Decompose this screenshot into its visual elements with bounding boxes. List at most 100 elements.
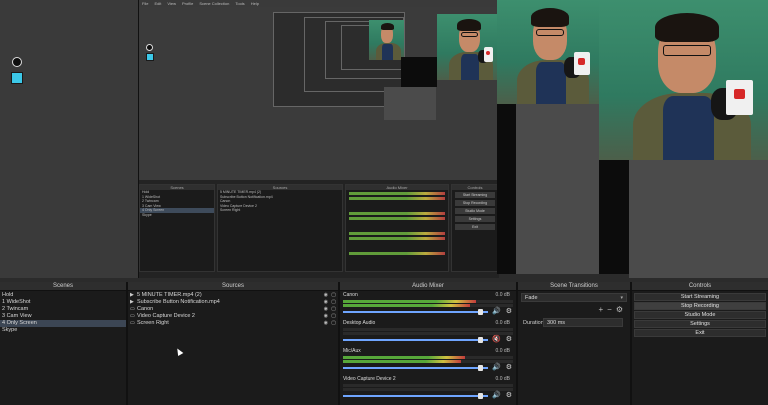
level-meter-fill: [343, 300, 476, 303]
eye-icon[interactable]: ◉: [324, 320, 328, 327]
chevron-down-icon: ▾: [620, 295, 623, 301]
lock-icon[interactable]: ▢: [331, 306, 336, 313]
obs-window: File Edit View Profile Scene Collection Tools…: [0, 0, 768, 405]
nested-menu-item: Profile: [181, 1, 194, 6]
mixer-channel: Canon 0.0 dB 🔊 ⚙: [340, 291, 516, 319]
volume-slider-knob[interactable]: [477, 393, 483, 399]
level-meter: [343, 328, 513, 331]
nested-controls-title: Controls: [452, 185, 498, 190]
nested-menu-item: File: [142, 1, 149, 6]
level-meter: [343, 384, 513, 387]
eye-icon[interactable]: ◉: [324, 292, 328, 299]
volume-slider[interactable]: [343, 393, 488, 399]
nested-meter: [349, 192, 445, 195]
mixer-channels: Canon 0.0 dB 🔊 ⚙ Desktop Audio 0.0 dB 🔇 ⚙ Mic/Au…: [340, 291, 516, 403]
webcam-feed: [369, 20, 404, 60]
webcam-feed: [437, 14, 499, 80]
mixer-channel: Mic/Aux 0.0 dB 🔊 ⚙: [340, 347, 516, 375]
lock-icon[interactable]: ▢: [331, 313, 336, 320]
scene-item[interactable]: Hold: [0, 292, 126, 299]
volume-slider-knob[interactable]: [477, 365, 483, 371]
nested-controls-dock: Controls Start Streaming Stop Recording St…: [451, 184, 499, 272]
camera-icon: ▭: [130, 306, 135, 312]
duration-label: Duration: [523, 320, 544, 326]
speaker-icon[interactable]: 🔊: [492, 363, 501, 371]
eye-icon[interactable]: ◉: [324, 306, 328, 313]
source-item[interactable]: ▶ Subscribe Button Notification.mp4 ◉ ▢: [128, 299, 338, 306]
transition-select[interactable]: Fade ▾: [521, 293, 627, 302]
scene-item[interactable]: 4 Only Screen: [0, 320, 126, 327]
remove-transition-icon[interactable]: −: [607, 305, 612, 314]
gear-icon[interactable]: ⚙: [506, 307, 512, 315]
source-item[interactable]: ▭ Video Capture Device 2 ◉ ▢: [128, 313, 338, 320]
source-item[interactable]: ▭ Canon ◉ ▢: [128, 306, 338, 313]
channel-name: Video Capture Device 2: [343, 376, 396, 382]
gear-icon[interactable]: ⚙: [506, 363, 512, 371]
level-meter: [343, 304, 513, 307]
start-streaming-button[interactable]: Start Streaming: [634, 293, 766, 301]
dock-area: Scenes Hold 1 WideShot 2 Twincam 3 Cam View…: [0, 282, 768, 405]
preview-left-region: [0, 0, 138, 278]
nested-mixer-dock: Audio Mixer: [345, 184, 449, 272]
preview-canvas[interactable]: File Edit View Profile Scene Collection Tools…: [0, 0, 768, 282]
speaker-icon[interactable]: 🔊: [492, 391, 501, 399]
stop-recording-button[interactable]: Stop Recording: [634, 302, 766, 310]
monitor-icon: ▭: [130, 320, 135, 326]
nested-sources-dock: Sources 5 MINUTE TIMER.mp4 (2) Subscribe …: [217, 184, 343, 272]
nested-thumbnail-icon: [146, 53, 154, 61]
exit-button[interactable]: Exit: [634, 329, 766, 337]
volume-slider-knob[interactable]: [477, 337, 483, 343]
add-transition-icon[interactable]: +: [598, 305, 603, 314]
volume-slider[interactable]: [343, 309, 488, 315]
lock-icon[interactable]: ▢: [331, 292, 336, 299]
source-item[interactable]: ▭ Screen Right ◉ ▢: [128, 320, 338, 327]
play-icon: ▶: [130, 299, 134, 305]
channel-db: 0.0 dB: [495, 348, 510, 354]
speaker-icon[interactable]: 🔊: [492, 307, 501, 315]
eye-icon[interactable]: ◉: [324, 313, 328, 320]
black-region: [599, 160, 629, 274]
settings-button[interactable]: Settings: [634, 320, 766, 328]
speaker-muted-icon[interactable]: 🔇: [492, 335, 501, 343]
studio-mode-button[interactable]: Studio Mode: [634, 311, 766, 319]
level-meter-fill: [343, 356, 466, 359]
audio-mixer-title: Audio Mixer: [340, 282, 516, 291]
lock-icon[interactable]: ▢: [331, 299, 336, 306]
mouse-cursor: [174, 346, 184, 357]
scene-item[interactable]: 2 Twincam: [0, 306, 126, 313]
controls-buttons: Start Streaming Stop Recording Studio Mode…: [632, 291, 768, 337]
lock-icon[interactable]: ▢: [331, 320, 336, 327]
sources-dock: Sources ▶ 5 MINUTE TIMER.mp4 (2) ◉ ▢ ▶ Subscr…: [128, 282, 340, 405]
gray-region: [516, 104, 599, 274]
scene-item[interactable]: Skype: [0, 327, 126, 334]
pin-icon: [12, 57, 22, 67]
scene-item[interactable]: 1 WideShot: [0, 299, 126, 306]
nested-meter: [349, 232, 445, 235]
duration-input[interactable]: 300 ms: [543, 318, 623, 327]
level-meter: [343, 300, 513, 303]
sources-list: ▶ 5 MINUTE TIMER.mp4 (2) ◉ ▢ ▶ Subscribe Butt…: [128, 291, 338, 327]
level-meter: [343, 356, 513, 359]
volume-slider[interactable]: [343, 365, 488, 371]
source-label: Screen Right: [137, 320, 169, 326]
channel-db: 0.0 dB: [495, 292, 510, 298]
volume-slider-knob[interactable]: [477, 309, 483, 315]
mixer-channel: Video Capture Device 2 0.0 dB 🔊 ⚙: [340, 375, 516, 403]
gear-icon[interactable]: ⚙: [506, 335, 512, 343]
nested-control-button: Settings: [455, 216, 495, 222]
black-region: [401, 57, 437, 87]
volume-slider[interactable]: [343, 337, 488, 343]
scene-item[interactable]: 3 Cam View: [0, 313, 126, 320]
gear-icon[interactable]: ⚙: [616, 305, 623, 314]
nested-mixer-title: Audio Mixer: [346, 185, 448, 190]
channel-db: 0.0 dB: [495, 320, 510, 326]
gear-icon[interactable]: ⚙: [506, 391, 512, 399]
eye-icon[interactable]: ◉: [324, 299, 328, 306]
source-label: Subscribe Button Notification.mp4: [137, 299, 220, 305]
nested-scenes-dock: Scenes Hold 1 WideShot 2 Twincam 3 Cam View…: [139, 184, 215, 272]
nested-docks: Scenes Hold 1 WideShot 2 Twincam 3 Cam View…: [139, 180, 499, 278]
channel-name: Mic/Aux: [343, 348, 361, 354]
level-meter-fill: [343, 360, 461, 363]
controls-dock: Controls Start Streaming Stop Recording St…: [632, 282, 768, 405]
source-item[interactable]: ▶ 5 MINUTE TIMER.mp4 (2) ◉ ▢: [128, 292, 338, 299]
